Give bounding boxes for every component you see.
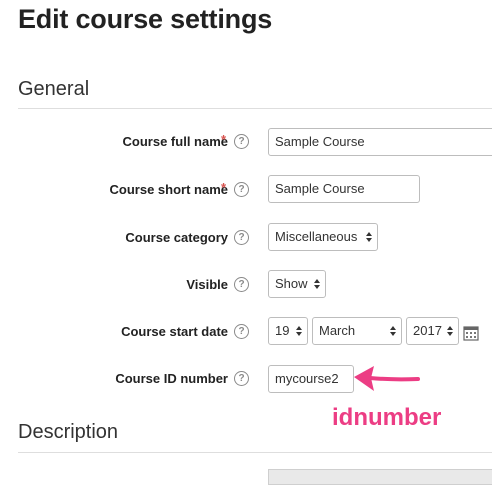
startdate-month-select[interactable]: March [312,317,402,345]
question-circle-icon[interactable]: ? [234,182,249,197]
question-circle-icon[interactable]: ? [234,277,249,292]
startdate-day-value: 19 [275,323,290,338]
summary-editor-toolbar[interactable] [268,469,492,485]
select-updown-icon [366,232,373,242]
select-updown-icon [314,279,321,289]
select-updown-icon [447,326,454,336]
idnumber-input[interactable]: mycourse2 [268,365,354,393]
category-select[interactable]: Miscellaneous [268,223,378,251]
shortname-label: Course short name [109,182,228,197]
page-title: Edit course settings [18,4,273,34]
question-circle-icon[interactable]: ? [234,230,249,245]
visible-label: Visible [186,277,228,292]
question-circle-icon[interactable]: ? [234,134,249,149]
question-circle-icon[interactable]: ? [234,371,249,386]
required-marker: * [221,180,227,195]
annotation-label: idnumber [332,404,442,431]
shortname-input[interactable]: Sample Course [268,175,420,203]
visible-select-value: Show [275,276,308,291]
category-label: Course category [125,230,228,245]
calendar-icon[interactable] [463,325,479,341]
category-select-value: Miscellaneous [275,229,358,244]
section-divider [18,452,492,453]
idnumber-label: Course ID number [115,371,228,386]
fullname-input[interactable]: Sample Course [268,128,492,156]
section-general[interactable]: General [18,78,89,101]
startdate-year-select[interactable]: 2017 [406,317,459,345]
select-updown-icon [390,326,397,336]
startdate-month-value: March [319,323,356,338]
select-updown-icon [296,326,303,336]
arrow-left-icon [354,366,420,391]
fullname-label: Course full name [122,134,228,149]
section-divider [18,108,492,109]
required-marker: * [221,132,227,147]
startdate-year-value: 2017 [413,323,442,338]
startdate-label: Course start date [121,324,228,339]
question-circle-icon[interactable]: ? [234,324,249,339]
section-description[interactable]: Description [18,421,118,444]
visible-select[interactable]: Show [268,270,326,298]
startdate-day-select[interactable]: 19 [268,317,308,345]
